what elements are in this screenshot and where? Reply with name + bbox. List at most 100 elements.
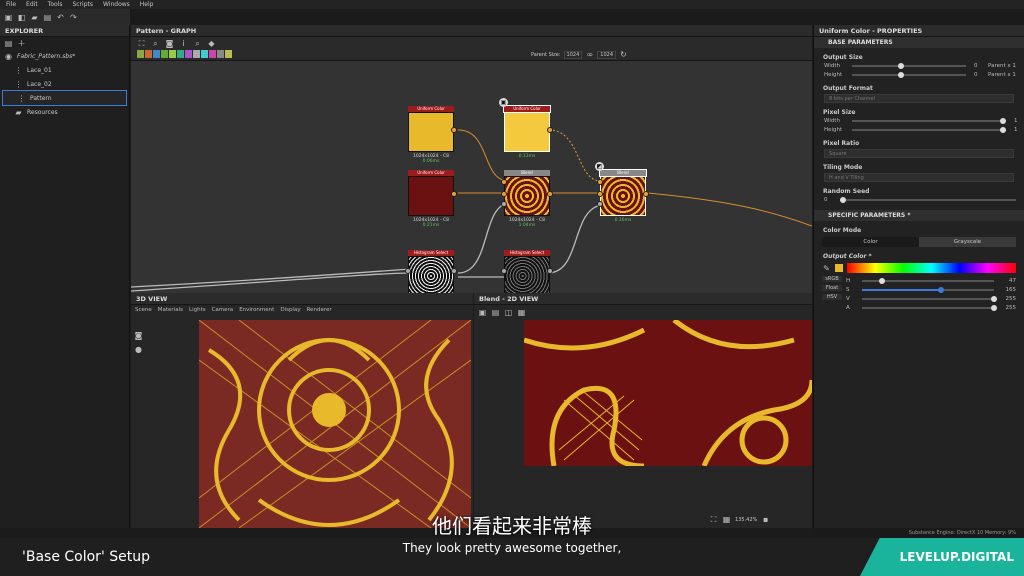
output-port[interactable] <box>547 191 553 197</box>
grid-icon[interactable]: ▦ <box>517 308 526 317</box>
copy-icon[interactable]: ▣ <box>478 308 487 317</box>
output-format-dropdown[interactable]: 8 bits per Channel <box>824 94 1014 103</box>
tiling-mode-dropdown[interactable]: H and V Tiling <box>824 173 1014 182</box>
tree-item-lace-02[interactable]: ⋮ Lace_02 <box>0 77 129 91</box>
node-shortcut-icon[interactable] <box>225 50 232 58</box>
input-port[interactable] <box>501 179 507 185</box>
camera-icon[interactable]: ◙ <box>134 331 143 340</box>
redo-icon[interactable]: ↷ <box>69 13 78 22</box>
color-swatch[interactable] <box>835 264 843 272</box>
output-port[interactable] <box>451 191 457 197</box>
node-shortcut-icon[interactable] <box>209 50 216 58</box>
channel-slider[interactable] <box>862 295 997 302</box>
slider-knob[interactable] <box>999 126 1006 133</box>
output-port[interactable] <box>643 191 649 197</box>
frame-icon[interactable]: ⛶ <box>137 39 146 48</box>
node-shortcut-icon[interactable] <box>161 50 168 58</box>
mask-port[interactable] <box>597 201 603 207</box>
save-icon[interactable]: ▤ <box>43 13 52 22</box>
node-shortcut-icon[interactable] <box>217 50 224 58</box>
node-shortcut-icon[interactable] <box>177 50 184 58</box>
slider-knob[interactable] <box>999 117 1006 124</box>
tree-item-resources[interactable]: ▰ Resources <box>0 105 129 119</box>
slider-knob[interactable] <box>878 277 885 284</box>
channel-slider[interactable] <box>862 277 994 284</box>
menu-scripts[interactable]: Scripts <box>72 1 93 8</box>
channel-value[interactable]: 255 <box>1002 296 1017 302</box>
node-uniform-color-maroon[interactable]: Uniform Color 1024x1024 - C8 0.21ms <box>408 170 457 228</box>
node-shortcut-icon[interactable] <box>169 50 176 58</box>
height-slider[interactable] <box>852 71 966 78</box>
slider-knob[interactable] <box>897 71 904 78</box>
output-port[interactable] <box>547 127 553 133</box>
node-uniform-color-gold[interactable]: Uniform Color 1024x1024 - C8 0.06ms <box>408 106 457 164</box>
width-relative[interactable]: Parent x 1 <box>988 63 1024 69</box>
tab-materials[interactable]: Materials <box>158 307 183 313</box>
layers-icon[interactable]: ◫ <box>504 308 513 317</box>
tab-display[interactable]: Display <box>280 307 300 313</box>
input-port[interactable] <box>597 191 603 197</box>
channel-slider[interactable] <box>862 304 997 311</box>
eyedropper-icon[interactable]: ✎ <box>822 264 831 273</box>
hsv-button[interactable]: HSV <box>822 294 842 300</box>
tab-camera[interactable]: Camera <box>212 307 234 313</box>
open-folder-icon[interactable]: ▰ <box>30 13 39 22</box>
new-graph-icon[interactable]: ◧ <box>17 13 26 22</box>
node-shortcut-icon[interactable] <box>193 50 200 58</box>
slider-knob[interactable] <box>991 304 997 311</box>
channel-value[interactable]: 47 <box>1002 278 1016 284</box>
node-uniform-color-selected[interactable]: Uniform Color 0.13ms ▣ <box>499 98 553 159</box>
zoom-icon[interactable]: ⌕ <box>151 39 160 48</box>
pixel-width-slider[interactable] <box>852 117 1006 124</box>
node-histogram-select-1[interactable]: Histogram Select <box>405 250 457 293</box>
node-blend-1[interactable]: Blend 1024x1024 - C8 1.04ms <box>501 170 553 228</box>
pixel-height-slider[interactable] <box>852 126 1006 133</box>
node-shortcut-icon[interactable] <box>145 50 152 58</box>
node-histogram-select-2[interactable]: Histogram Select <box>501 250 553 293</box>
slider-knob[interactable] <box>840 196 846 203</box>
new-file-icon[interactable]: ▣ <box>4 13 13 22</box>
light-icon[interactable]: ● <box>134 345 143 354</box>
link-icon[interactable]: ∞ <box>585 50 594 59</box>
output-port[interactable] <box>451 268 457 274</box>
channel-slider[interactable] <box>862 286 994 293</box>
refresh-icon[interactable]: ↻ <box>619 50 628 59</box>
mask-port[interactable] <box>501 201 507 207</box>
size-dropdown[interactable]: 1024 <box>597 50 617 59</box>
specific-parameters-section[interactable]: SPECIFIC PARAMETERS * <box>814 210 1024 221</box>
output-port[interactable] <box>547 268 553 274</box>
hue-spectrum[interactable] <box>847 263 1016 273</box>
camera-icon[interactable]: ◙ <box>165 39 174 48</box>
tab-scene[interactable]: Scene <box>135 307 152 313</box>
height-relative[interactable]: Parent x 1 <box>988 72 1024 78</box>
color-mode-color-button[interactable]: Color <box>822 237 919 247</box>
float-button[interactable]: Float <box>822 285 842 291</box>
tree-item-pattern[interactable]: ⋮ Pattern <box>2 90 127 106</box>
menu-file[interactable]: File <box>6 1 16 8</box>
input-port[interactable] <box>405 268 411 274</box>
random-seed-slider[interactable] <box>840 196 1016 203</box>
undo-icon[interactable]: ↶ <box>56 13 65 22</box>
node-shortcut-icon[interactable] <box>153 50 160 58</box>
channel-value[interactable]: 255 <box>1002 305 1017 311</box>
python-icon[interactable]: ◆ <box>207 39 216 48</box>
menu-edit[interactable]: Edit <box>26 1 38 8</box>
tab-renderer[interactable]: Renderer <box>307 307 332 313</box>
slider-knob[interactable] <box>991 295 997 302</box>
pin-badge-icon[interactable]: ▣ <box>499 98 508 107</box>
slider-knob[interactable] <box>938 286 945 293</box>
menu-tools[interactable]: Tools <box>48 1 63 8</box>
info-icon[interactable]: i <box>179 39 188 48</box>
node-shortcut-icon[interactable] <box>137 50 144 58</box>
input-port[interactable] <box>501 268 507 274</box>
base-parameters-section[interactable]: BASE PARAMETERS <box>814 37 1024 48</box>
tab-lights[interactable]: Lights <box>189 307 206 313</box>
save-icon[interactable]: ▤ <box>491 308 500 317</box>
pin-badge-icon[interactable]: ◩ <box>595 162 604 171</box>
width-slider[interactable] <box>852 62 966 69</box>
color-mode-grayscale-button[interactable]: Grayscale <box>919 237 1016 247</box>
pixel-ratio-dropdown[interactable]: Square <box>824 149 1014 158</box>
input-port[interactable] <box>597 179 603 185</box>
tree-file[interactable]: ◉ Fabric_Pattern.sbs* <box>0 49 129 63</box>
srgb-button[interactable]: sRGB <box>822 276 842 282</box>
